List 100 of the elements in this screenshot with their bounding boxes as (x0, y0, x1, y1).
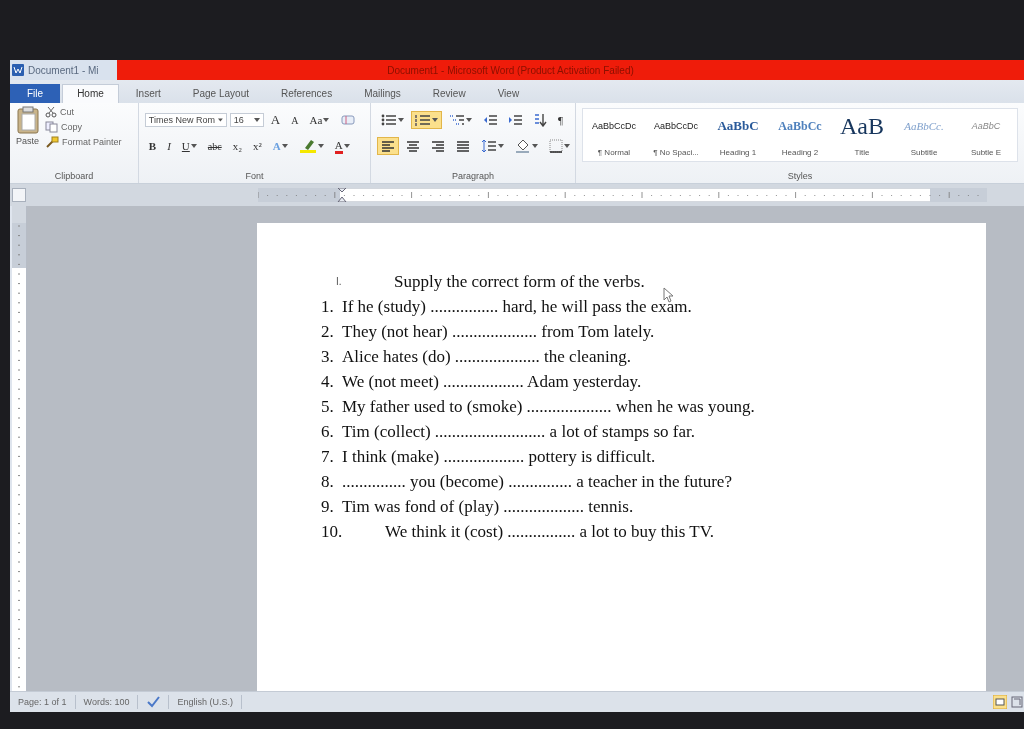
ribbon-tab[interactable]: Mailings (349, 84, 416, 103)
style-button[interactable]: AaBbCc Heading 2 (769, 109, 831, 161)
file-tab[interactable]: File (10, 84, 61, 103)
style-button[interactable]: AaBbC Heading 1 (707, 109, 769, 161)
exercise-sentence: We (not meet) ................... Adam yesterday. (342, 371, 642, 392)
caret-icon (432, 118, 438, 122)
numbered-list-button[interactable] (411, 111, 442, 129)
language[interactable]: English (U.S.) (169, 695, 242, 709)
exercise-number: 1. (321, 296, 335, 317)
font-color-button[interactable]: A (330, 137, 354, 155)
format-painter-button[interactable]: Format Painter (45, 136, 122, 148)
exercise-sentence: If he (study) ................ hard, he will pass the exam. (342, 296, 692, 317)
full-screen-icon[interactable] (1010, 695, 1024, 709)
exercise-number: 9. (321, 496, 335, 517)
group-label: Clipboard (53, 170, 95, 183)
line-spacing-icon (481, 139, 497, 153)
window-title: Document1 - Mi (28, 64, 99, 76)
caret-icon (323, 118, 330, 122)
mouse-pointer-icon (663, 287, 675, 303)
app-icon (12, 64, 24, 76)
word-count[interactable]: Words: 100 (75, 695, 139, 709)
exercise-number: 8. (321, 471, 335, 492)
group-label: Font (244, 170, 265, 183)
scissors-icon (45, 106, 57, 118)
justify-icon (456, 140, 470, 152)
paint-bucket-icon (515, 139, 531, 153)
exercise-number: 10. (321, 521, 344, 542)
caret-icon (218, 118, 223, 122)
shrink-font-button[interactable]: A (287, 111, 303, 129)
exercise-heading: Supply the correct form of the verbs. (394, 271, 645, 292)
paste-button[interactable]: Paste (16, 106, 39, 146)
cut-button[interactable]: Cut (45, 106, 122, 118)
paragraph-marks-button[interactable]: ¶ (554, 111, 567, 129)
exercise-number: 5. (321, 396, 335, 417)
page-count[interactable]: Page: 1 of 1 (10, 695, 76, 709)
align-right-icon (431, 140, 445, 152)
numbered-list-icon (415, 114, 431, 126)
align-left-icon (381, 140, 395, 152)
exercise-number: 7. (321, 446, 335, 467)
exercise-sentence: Alice hates (do) .................... the cleaning. (342, 346, 631, 367)
ribbon-tab[interactable]: Page Layout (177, 84, 264, 103)
strikethrough-button[interactable]: abc (203, 137, 226, 155)
change-case-button[interactable]: Aa (305, 111, 334, 129)
print-layout-icon[interactable] (993, 695, 1007, 709)
ribbon-tab[interactable]: Insert (120, 84, 176, 103)
font-name-dropdown[interactable]: Times New Rom (144, 113, 227, 127)
style-button[interactable]: AaBbCcDc ¶ No Spaci... (645, 109, 707, 161)
exercise-sentence: They (not hear) .................... from Tom lately. (342, 321, 655, 342)
exercise-number: 6. (321, 421, 335, 442)
multilevel-list-icon (449, 114, 465, 126)
group-label: Styles (786, 170, 814, 183)
ribbon-tab[interactable]: View (482, 84, 535, 103)
italic-button[interactable]: I (163, 137, 175, 155)
style-button[interactable]: AaBbCc. Subtitle (893, 109, 955, 161)
caret-icon (281, 144, 288, 148)
caret-icon (532, 144, 538, 148)
group-label: Paragraph (451, 170, 495, 183)
exercise-number: 4. (321, 371, 335, 392)
borders-icon (549, 139, 563, 153)
ribbon-tab[interactable]: Home (62, 84, 119, 103)
caret-icon (253, 118, 260, 122)
paintbrush-icon (45, 136, 59, 148)
caret-icon (190, 144, 197, 148)
sort-icon (533, 113, 547, 127)
exercise-sentence: We think it (cost) ................ a lot to buy this TV. (385, 521, 715, 542)
copy-button[interactable]: Copy (45, 121, 122, 133)
caret-icon (398, 118, 404, 122)
subscript-button[interactable]: x₂ (228, 137, 247, 155)
underline-button[interactable]: U (177, 137, 201, 155)
window-title: Document1 - Microsoft Word (Product Activation Failed) (387, 64, 634, 76)
clipboard-icon (16, 106, 39, 134)
style-button[interactable]: AaB Title (831, 109, 893, 161)
eraser-icon (340, 113, 357, 127)
exercise-number: I. (335, 275, 343, 289)
caret-icon (466, 118, 472, 122)
superscript-button[interactable]: x² (249, 137, 266, 155)
caret-icon (564, 144, 570, 148)
exercise-number: 2. (321, 321, 335, 342)
grow-font-button[interactable]: A (266, 111, 285, 129)
caret-icon (317, 144, 324, 148)
align-left-button[interactable] (377, 137, 399, 155)
exercise-sentence: Tim (collect) .......................... a lot of stamps so far. (342, 421, 696, 442)
style-button[interactable]: AaBbC Subtle E (955, 109, 1017, 161)
caret-icon (498, 144, 504, 148)
exercise-sentence: ............... you (become) ............... a teacher in the future? (342, 471, 732, 492)
ribbon-tab[interactable]: References (266, 84, 348, 103)
caret-icon (343, 144, 350, 148)
decrease-indent-icon (483, 114, 497, 126)
exercise-number: 3. (321, 346, 335, 367)
style-button[interactable]: AaBbCcDc ¶ Normal (583, 109, 645, 161)
align-center-icon (406, 140, 420, 152)
ribbon-tab[interactable]: Review (417, 84, 481, 103)
spell-check-icon[interactable] (146, 696, 161, 708)
font-size-dropdown[interactable]: 16 (229, 113, 264, 127)
exercise-sentence: My father used to (smoke) .................... when he was young. (342, 396, 755, 417)
increase-indent-icon (508, 114, 522, 126)
highlighter-icon (298, 138, 317, 154)
exercise-sentence: Tim was fond of (play) ................... tennis. (342, 496, 634, 517)
copy-icon (45, 121, 58, 133)
bold-button[interactable]: B (144, 137, 161, 155)
